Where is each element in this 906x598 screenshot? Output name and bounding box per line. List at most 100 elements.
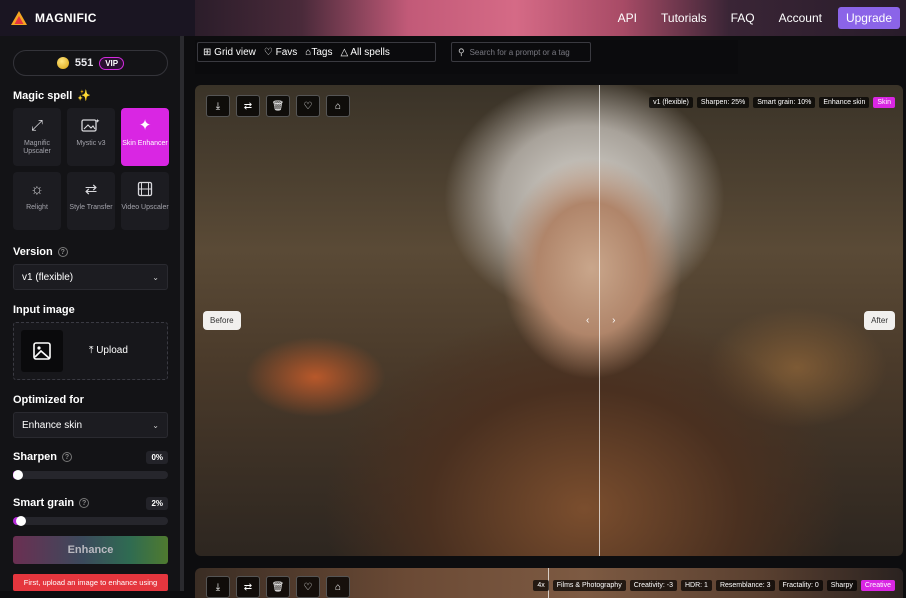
spell-label: Style Transfer: [69, 204, 113, 211]
enhance-button[interactable]: Enhance: [13, 536, 168, 564]
sidebar: 551 VIP Magic spell ✨ ⤢ Magnific Upscale…: [0, 36, 180, 591]
spell-label: Magnific Upscaler: [23, 140, 51, 155]
credits-pill[interactable]: 551 VIP: [13, 50, 168, 76]
delete-button[interactable]: 🗑: [266, 95, 290, 117]
tags-button[interactable]: ⌂Tags: [305, 47, 332, 58]
version-title: Version ?: [13, 246, 68, 258]
search-icon: ⚲: [458, 46, 465, 57]
upload-label: Upload: [96, 345, 128, 356]
spell-grid: ⤢ Magnific Upscaler ✦ Mystic v3 ✦ Skin E…: [13, 108, 169, 230]
nav-tutorials[interactable]: Tutorials: [649, 11, 719, 25]
nav-account[interactable]: Account: [767, 11, 834, 25]
coin-icon: [56, 57, 69, 69]
version-label: Version: [13, 246, 53, 258]
all-spells-label: All spells: [350, 46, 390, 58]
slider-handle[interactable]: [13, 470, 23, 480]
magic-wand-icon: ✨: [77, 90, 91, 102]
help-icon[interactable]: ?: [57, 247, 68, 257]
sharpen-value: 0%: [146, 451, 168, 464]
download-button[interactable]: ⤓: [206, 576, 230, 598]
tag-icon: ⌂: [334, 100, 342, 112]
vip-badge: VIP: [99, 56, 125, 70]
all-spells-button[interactable]: △ All spells: [340, 47, 389, 58]
spell-magnific-upscaler[interactable]: ⤢ Magnific Upscaler: [13, 108, 61, 166]
version-value: v1 (flexible): [22, 271, 74, 283]
image-icon: [33, 342, 51, 360]
optimized-for-title: Optimized for: [13, 394, 84, 406]
tag-button[interactable]: ⌂: [326, 95, 350, 117]
magic-spell-title: Magic spell ✨: [13, 89, 91, 103]
grid-icon: ⊞: [203, 46, 212, 58]
panel-divider[interactable]: [180, 36, 184, 591]
nav-faq[interactable]: FAQ: [719, 11, 767, 25]
tag-grain: Smart grain: 10%: [753, 97, 816, 108]
card-settings-tags: v1 (flexible) Sharpen: 25% Smart grain: …: [649, 97, 895, 108]
download-icon: ⤓: [215, 100, 221, 112]
favorite-button[interactable]: ♡: [296, 576, 320, 598]
app-logo[interactable]: MAGNIFIC: [10, 10, 97, 26]
favorite-button[interactable]: ♡: [296, 95, 320, 117]
heart-icon: ♡: [303, 100, 313, 112]
sharpen-slider[interactable]: [13, 470, 168, 480]
sharpen-label: Sharpen: [13, 451, 58, 463]
tag-button[interactable]: ⌂: [326, 576, 350, 598]
tag-spell: Skin: [873, 97, 895, 108]
download-button[interactable]: ⤓: [206, 95, 230, 117]
gallery-toolbar: ⊞ Grid view ♡ Favs ⌂Tags △ All spells ⚲: [195, 40, 738, 74]
tag-creativity: Creativity: -3: [629, 580, 677, 591]
magic-spell-label: Magic spell: [13, 89, 73, 102]
reuse-button[interactable]: ⇄: [236, 576, 260, 598]
tag-hdr: HDR: 1: [681, 580, 712, 591]
spell-label: Skin Enhancer: [122, 140, 168, 147]
card-actions: ⤓ ⇄ 🗑 ♡ ⌂: [206, 576, 350, 598]
grid-view-button[interactable]: ⊞ Grid view: [203, 47, 256, 58]
help-icon[interactable]: ?: [62, 452, 73, 462]
sharpen-title: Sharpen ?: [13, 451, 73, 463]
spell-style-transfer[interactable]: ⇄ Style Transfer: [67, 172, 115, 230]
tag-version: v1 (flexible): [649, 97, 693, 108]
heart-icon: ♡: [263, 46, 273, 58]
spell-relight[interactable]: ☼ Relight: [13, 172, 61, 230]
smart-grain-slider[interactable]: [13, 516, 168, 526]
spell-label: Mystic v3: [76, 140, 106, 147]
tag-engine: Sharpy: [826, 580, 857, 591]
reuse-button[interactable]: ⇄: [236, 95, 260, 117]
tag-sharpen: Sharpen: 25%: [696, 97, 750, 108]
tag-optimized: Films & Photography: [552, 580, 626, 591]
upload-button[interactable]: ⤒ Upload: [89, 345, 128, 356]
film-icon: [137, 181, 153, 199]
svg-text:✦: ✦: [95, 118, 100, 125]
favs-label: Favs: [275, 46, 298, 58]
search-input[interactable]: [469, 47, 585, 57]
arrows-expand-icon: ⤢: [30, 117, 43, 134]
optimized-for-select[interactable]: Enhance skin ⌄: [13, 412, 168, 438]
before-label: Before: [203, 311, 241, 330]
slider-handle[interactable]: [15, 516, 26, 526]
credits-count: 551: [74, 57, 94, 69]
result-card: ‹ › ⤓ ⇄ 🗑 ♡ ⌂ v1 (flexible) Sharpen: 25%…: [195, 85, 903, 556]
version-select[interactable]: v1 (flexible) ⌄: [13, 264, 168, 290]
sun-icon: ☼: [30, 181, 44, 198]
favs-button[interactable]: ♡ Favs: [264, 47, 297, 58]
repeat-icon: ⇄: [243, 100, 253, 112]
logo-triangle-icon: [11, 11, 27, 25]
app-name: MAGNIFIC: [35, 11, 97, 25]
spell-skin-enhancer[interactable]: ✦ Skin Enhancer: [121, 108, 169, 166]
comparison-handle[interactable]: ‹ ›: [586, 315, 625, 326]
spell-label: Relight: [26, 204, 48, 211]
help-icon[interactable]: ?: [79, 498, 90, 508]
triangle-icon: △: [340, 46, 349, 58]
spell-video-upscaler[interactable]: Video Upscaler: [121, 172, 169, 230]
input-image-title: Input image: [13, 304, 75, 316]
upgrade-button[interactable]: Upgrade: [837, 7, 900, 29]
smart-grain-value: 2%: [146, 497, 168, 510]
filter-bar: ⊞ Grid view ♡ Favs ⌂Tags △ All spells: [197, 42, 436, 62]
image-placeholder: [21, 330, 63, 372]
comparison-image[interactable]: [195, 85, 903, 556]
delete-button[interactable]: 🗑: [266, 576, 290, 598]
nav-api[interactable]: API: [606, 11, 649, 25]
search-box[interactable]: ⚲: [451, 42, 591, 62]
spell-mystic-v3[interactable]: ✦ Mystic v3: [67, 108, 115, 166]
grid-view-label: Grid view: [214, 46, 256, 58]
upload-dropzone[interactable]: ⤒ Upload: [13, 322, 168, 380]
